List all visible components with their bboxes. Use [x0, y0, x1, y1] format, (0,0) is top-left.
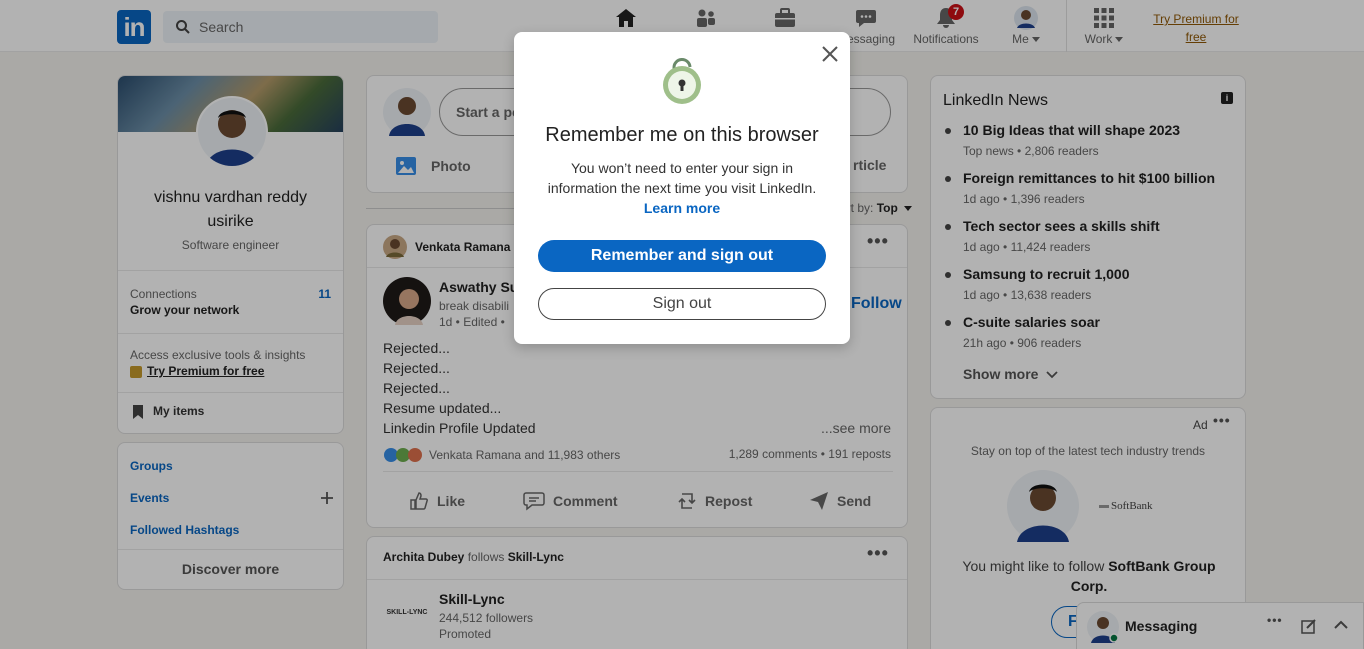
dialog-title: Remember me on this browser	[545, 124, 819, 146]
unlock-icon	[663, 58, 701, 104]
close-icon[interactable]	[818, 42, 842, 66]
remember-me-dialog: Remember me on this browser You won’t ne…	[514, 32, 850, 344]
dialog-description-text: You won’t need to enter your sign in inf…	[547, 160, 817, 196]
dialog-description: You won’t need to enter your sign in inf…	[538, 158, 826, 218]
remember-and-sign-out-button[interactable]: Remember and sign out	[538, 240, 826, 272]
learn-more-link[interactable]: Learn more	[644, 200, 720, 216]
sign-out-button[interactable]: Sign out	[538, 288, 826, 320]
